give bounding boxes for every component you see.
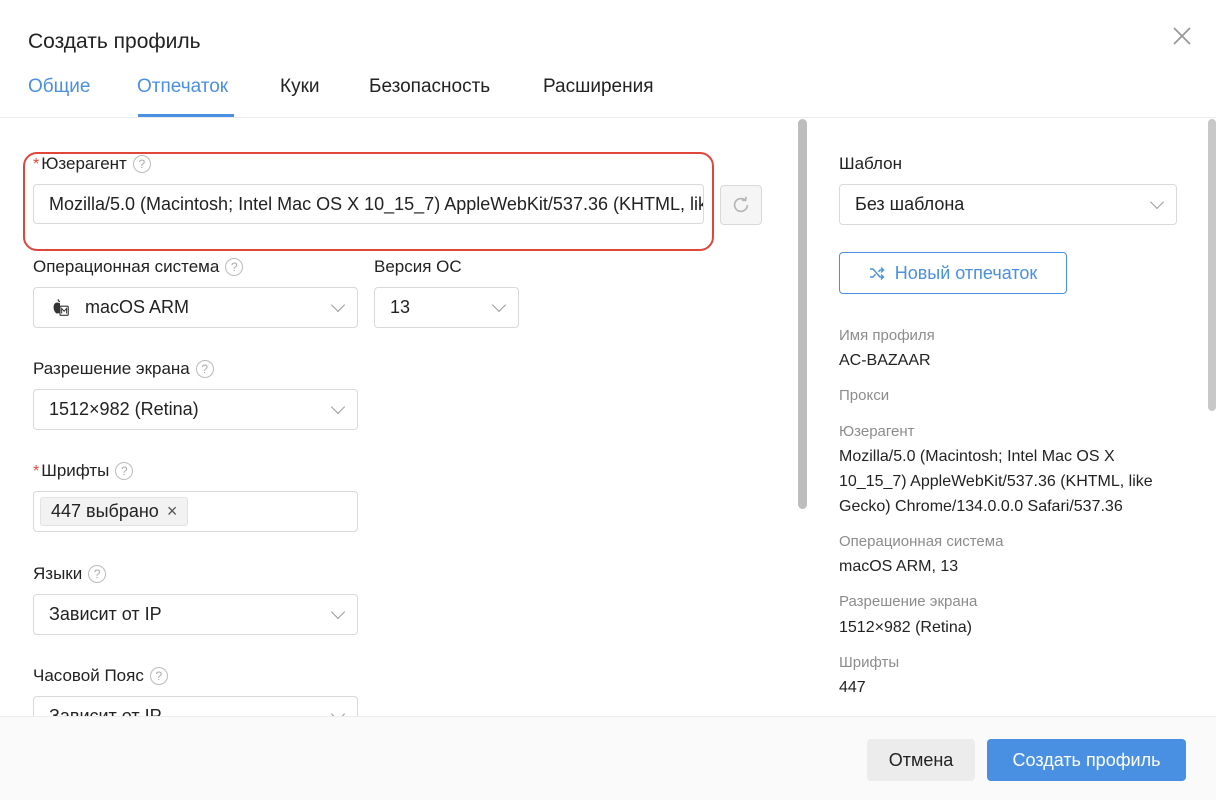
os-select-value: macOS ARM	[85, 297, 190, 317]
chevron-down-icon	[491, 297, 507, 312]
dialog-footer: Отмена Создать профиль	[0, 716, 1216, 800]
chevron-down-icon	[330, 604, 346, 619]
resolution-label: Разрешение экрана ?	[33, 359, 214, 379]
resolution-select[interactable]: 1512×982 (Retina)	[33, 389, 358, 430]
shuffle-icon	[869, 267, 885, 280]
useragent-label: * Юзерагент ?	[33, 154, 151, 174]
os-title: Операционная система	[839, 533, 1004, 550]
fonts-select[interactable]: 447 выбрано ×	[33, 491, 358, 532]
languages-value: Зависит от IP	[49, 604, 162, 624]
new-fingerprint-button[interactable]: Новый отпечаток	[839, 252, 1067, 294]
fonts-tag: 447 выбрано ×	[40, 497, 189, 526]
close-icon[interactable]	[1170, 24, 1194, 48]
required-mark: *	[33, 463, 40, 480]
timezone-label: Часовой Пояс ?	[33, 666, 168, 686]
languages-label: Языки ?	[33, 564, 107, 584]
template-select[interactable]: Без шаблона	[839, 184, 1177, 225]
useragent-input-value: Mozilla/5.0 (Macintosh; Intel Mac OS X 1…	[49, 193, 703, 214]
useragent-summary: Mozilla/5.0 (Macintosh; Intel Mac OS X 1…	[839, 448, 1153, 515]
fonts-title: Шрифты	[839, 654, 900, 671]
close-icon[interactable]: ×	[167, 501, 178, 522]
os-version-label: Версия ОС	[374, 257, 462, 276]
chevron-down-icon	[330, 706, 346, 716]
languages-select[interactable]: Зависит от IP	[33, 594, 358, 635]
help-icon[interactable]: ?	[132, 155, 151, 173]
profile-summary-panel: Шаблон Без шаблона Новый отпечаток Имя п…	[809, 119, 1216, 716]
fonts-tag-label: 447 выбрано	[51, 501, 159, 521]
os-label-text: Операционная система	[33, 257, 220, 276]
help-icon[interactable]: ?	[195, 360, 214, 378]
new-fingerprint-label: Новый отпечаток	[894, 262, 1038, 283]
os-summary: macOS ARM, 13	[839, 558, 959, 575]
resolution-summary: 1512×982 (Retina)	[839, 619, 972, 636]
profile-name-title: Имя профиля	[839, 327, 935, 344]
tab-cookies[interactable]: Куки	[280, 76, 320, 98]
timezone-label-text: Часовой Пояс	[33, 666, 144, 685]
fonts-label: * Шрифты ?	[33, 461, 134, 481]
template-value: Без шаблона	[855, 194, 965, 214]
resolution-title: Разрешение экрана	[839, 593, 978, 610]
tab-security[interactable]: Безопасность	[369, 76, 490, 98]
tab-bar: Создать профиль Общие Отпечаток Куки Без…	[0, 0, 1216, 118]
help-icon[interactable]: ?	[115, 462, 134, 480]
form-scrollbar[interactable]	[798, 119, 807, 509]
os-version-value: 13	[390, 297, 411, 317]
help-icon[interactable]: ?	[149, 667, 168, 685]
template-label: Шаблон	[839, 154, 902, 173]
help-icon[interactable]: ?	[225, 258, 244, 276]
tab-general[interactable]: Общие	[28, 76, 90, 98]
profile-name-value: AC-BAZAAR	[839, 352, 931, 369]
proxy-title: Прокси	[839, 387, 890, 404]
create-profile-dialog: Создать профиль Общие Отпечаток Куки Без…	[0, 0, 1216, 800]
required-mark: *	[33, 156, 40, 173]
useragent-label-text: Юзерагент	[41, 154, 127, 173]
resolution-label-text: Разрешение экрана	[33, 359, 190, 378]
os-label: Операционная система ?	[33, 257, 244, 277]
resolution-value: 1512×982 (Retina)	[49, 399, 199, 419]
active-tab-indicator	[138, 114, 234, 117]
create-profile-button[interactable]: Создать профиль	[987, 739, 1186, 781]
summary-scrollbar[interactable]	[1208, 119, 1216, 411]
tab-fingerprint[interactable]: Отпечаток	[137, 76, 228, 98]
fonts-label-text: Шрифты	[41, 461, 110, 480]
refresh-icon	[733, 196, 749, 213]
timezone-value: Зависит от IP	[49, 706, 162, 716]
fonts-summary: 447	[839, 679, 866, 696]
dialog-title: Создать профиль	[28, 30, 201, 53]
chevron-down-icon	[330, 399, 346, 414]
tab-extensions[interactable]: Расширения	[543, 76, 654, 98]
languages-label-text: Языки	[33, 564, 83, 583]
useragent-title: Юзерагент	[839, 423, 915, 440]
timezone-select[interactable]: Зависит от IP	[33, 696, 358, 716]
useragent-input[interactable]: Mozilla/5.0 (Macintosh; Intel Mac OS X 1…	[33, 184, 704, 224]
apple-icon	[53, 298, 69, 316]
chevron-down-icon	[330, 297, 346, 312]
fingerprint-form: * Юзерагент ? Mozilla/5.0 (Macintosh; Int…	[0, 119, 797, 716]
refresh-useragent-button[interactable]	[720, 185, 762, 225]
os-version-select[interactable]: 13	[374, 287, 519, 328]
cancel-button[interactable]: Отмена	[867, 739, 975, 781]
os-select[interactable]: macOS ARM	[33, 287, 358, 328]
chevron-down-icon	[1149, 194, 1165, 209]
help-icon[interactable]: ?	[88, 565, 107, 583]
